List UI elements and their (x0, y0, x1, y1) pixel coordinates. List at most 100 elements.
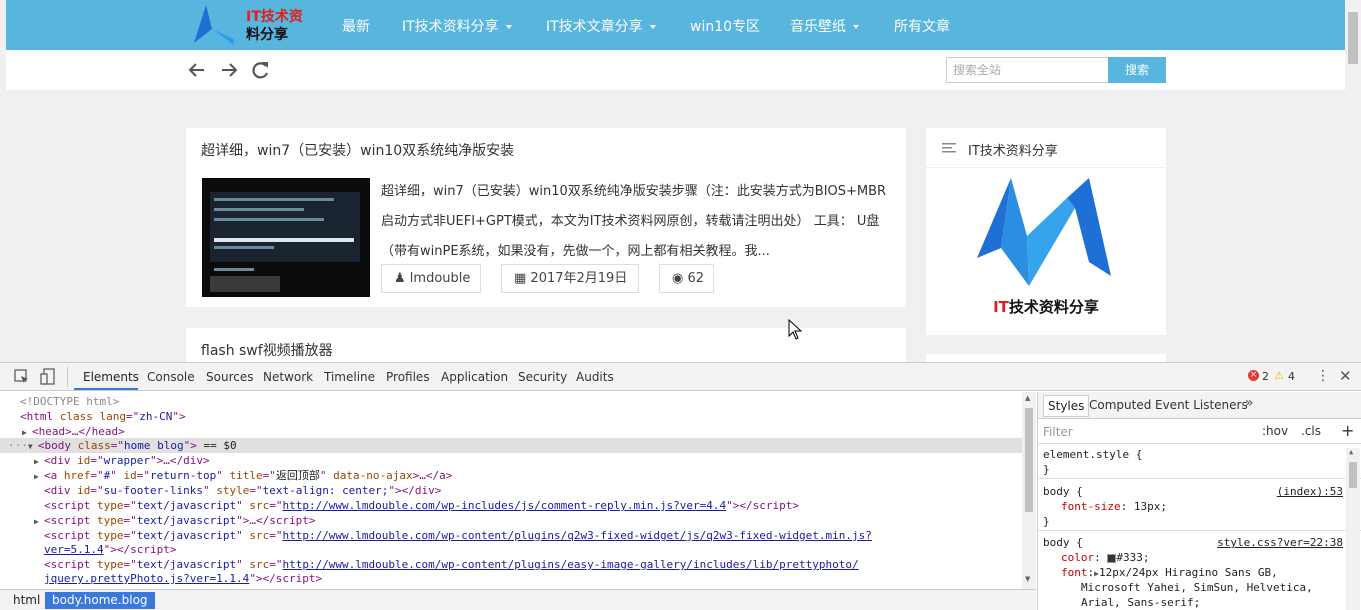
scrollbar-thumb[interactable] (1025, 408, 1033, 512)
dom-wrapper-node[interactable]: ▶ <div id="wrapper">…</div> (34, 453, 210, 468)
rule-selector[interactable]: body { (1043, 484, 1083, 499)
rule-source-link[interactable]: style.css?ver=22:38 (1217, 535, 1343, 550)
collapse-triangle-icon[interactable]: ▼ (28, 439, 38, 454)
tab-network[interactable]: Network (263, 370, 313, 384)
attr-value: text/javascript (136, 499, 237, 512)
nav-item-music-wallpaper[interactable]: 音乐壁纸 (790, 16, 859, 36)
script-url[interactable]: http://www.lmdouble.com/wp-includes/js/c… (282, 499, 726, 512)
error-count[interactable]: 2 (1262, 370, 1269, 383)
dom-html-node[interactable]: <html class lang="zh-CN"> (20, 409, 186, 424)
close-devtools-icon[interactable]: ✕ (1339, 367, 1352, 385)
crumb-body[interactable]: body.home.blog (45, 592, 155, 609)
tab-computed[interactable]: Computed (1089, 398, 1151, 412)
script-url[interactable]: http://www.lmdouble.com/wp-content/plugi… (282, 558, 858, 571)
back-arrow-icon[interactable] (186, 60, 208, 80)
error-icon[interactable]: × (1248, 370, 1259, 381)
hover-state-toggle[interactable]: :hov (1262, 424, 1288, 438)
script-url[interactable]: http://www.lmdouble.com/wp-content/plugi… (282, 529, 871, 542)
attr-name: data-no-ajax (333, 469, 413, 482)
tab-event-listeners[interactable]: Event Listeners (1155, 398, 1248, 412)
scroll-up-icon[interactable]: ▲ (1349, 448, 1353, 456)
style-declaration[interactable]: font:▶12px/24px Hiragino Sans GB, (1061, 565, 1278, 581)
warning-icon[interactable]: ⚠ (1274, 369, 1284, 382)
expand-triangle-icon[interactable]: ▶ (34, 469, 44, 484)
site-logo[interactable] (190, 3, 250, 47)
scroll-up-icon[interactable]: ▲ (1025, 394, 1030, 402)
attr-name: lang (99, 410, 127, 423)
scrollbar-thumb[interactable] (1349, 462, 1357, 488)
dom-body-node[interactable]: ···▼ <body class="home blog"> == $0 (8, 438, 237, 453)
post-card: 超详细，win7（已安装）win10双系统纯净版安装 超详细，win7（已安装）… (186, 128, 906, 307)
tab-audits[interactable]: Audits (576, 370, 614, 384)
expand-triangle-icon[interactable]: ▶ (34, 454, 44, 469)
dom-script-node[interactable]: <script type="text/javascript" src="http… (44, 528, 872, 543)
page-scrollbar[interactable] (1345, 0, 1361, 362)
tab-elements[interactable]: Elements (83, 370, 139, 384)
widget-logo-image[interactable] (971, 176, 1119, 296)
search-button[interactable]: 搜索 (1108, 57, 1166, 83)
attr-value: text/javascript (136, 529, 237, 542)
post-title[interactable]: 超详细，win7（已安装）win10双系统纯净版安装 (201, 140, 514, 160)
script-url[interactable]: ver=5.1.4 (44, 543, 104, 556)
crumb-html[interactable]: html (8, 592, 45, 609)
post-date: 2017年2月19日 (530, 271, 628, 286)
dom-footer-links-node[interactable]: <div id="su-footer-links" style="text-al… (44, 483, 441, 498)
expand-triangle-icon[interactable]: ▶ (34, 514, 44, 529)
post-title[interactable]: flash swf视频播放器 (201, 340, 333, 360)
rule-element-style[interactable]: element.style { (1043, 447, 1142, 462)
nav-item-all-articles[interactable]: 所有文章 (894, 16, 950, 36)
style-declaration[interactable]: font-size: 13px; (1061, 499, 1167, 514)
script-url[interactable]: jquery.prettyPhoto.js?ver=1.1.4 (44, 572, 249, 585)
tab-sources[interactable]: Sources (206, 370, 253, 384)
inspect-element-icon[interactable] (14, 369, 30, 385)
filter-input[interactable]: Filter (1043, 425, 1073, 439)
search-input[interactable]: 搜索全站 (946, 57, 1109, 83)
tab-timeline[interactable]: Timeline (324, 370, 375, 384)
styles-scrollbar[interactable]: ▲ (1346, 448, 1360, 610)
forward-arrow-icon[interactable] (218, 60, 240, 80)
tab-console[interactable]: Console (147, 370, 195, 384)
class-toggle[interactable]: .cls (1301, 424, 1321, 438)
dom-script-node-cont[interactable]: jquery.prettyPhoto.js?ver=1.1.4"></scrip… (44, 571, 322, 586)
elements-scrollbar[interactable]: ▲ ▼ (1022, 392, 1036, 589)
rule-selector[interactable]: body { (1043, 535, 1083, 550)
style-declaration[interactable]: color: #333; (1061, 550, 1150, 565)
attr-value: wrapper (103, 454, 150, 467)
dom-script-node[interactable]: <script type="text/javascript" src="http… (44, 498, 799, 513)
nav-item-win10[interactable]: win10专区 (690, 16, 760, 36)
nav-item-it-resources[interactable]: IT技术资料分享 (402, 16, 512, 36)
dom-doctype[interactable]: <!DOCTYPE html> (20, 394, 119, 409)
tab-security[interactable]: Security (518, 370, 567, 384)
device-mode-icon[interactable] (40, 368, 56, 386)
view-count: 62 (687, 271, 705, 286)
dom-script-node[interactable]: ▶ <script type="text/javascript">…</scrip… (34, 513, 316, 528)
elements-tree[interactable]: <!DOCTYPE html> <html class lang="zh-CN"… (0, 392, 1022, 589)
tab-styles[interactable]: Styles (1043, 395, 1090, 417)
author-badge[interactable]: ♟ lmdouble (381, 264, 481, 293)
dom-head-node[interactable]: ▶ <head>…</head> (22, 424, 125, 439)
dom-return-top-node[interactable]: ▶ <a href="#" id="return-top" title="返回顶部… (34, 468, 452, 483)
post-thumbnail[interactable] (202, 178, 370, 297)
more-options-icon[interactable]: ⋮ (1316, 368, 1330, 384)
scrollbar-thumb[interactable] (1348, 12, 1358, 64)
tab-profiles[interactable]: Profiles (386, 370, 430, 384)
rule-source-link[interactable]: (index):53 (1277, 484, 1343, 499)
sidebar-widget-2 (926, 354, 1166, 362)
tab-application[interactable]: Application (441, 370, 508, 384)
add-rule-icon[interactable]: + (1341, 421, 1354, 440)
refresh-icon[interactable] (250, 60, 272, 80)
active-tab-indicator (74, 388, 138, 390)
nav-label: IT技术资料分享 (402, 19, 499, 35)
logo-text[interactable]: IT技术资 料分享 (246, 8, 310, 44)
dom-script-node[interactable]: <script type="text/javascript" src="http… (44, 557, 859, 572)
nav-label: 最新 (342, 19, 370, 35)
attr-value: su-footer-links (103, 484, 203, 497)
more-tabs-icon[interactable]: » (1245, 395, 1254, 411)
warning-count[interactable]: 4 (1288, 370, 1295, 383)
nav-item-it-articles[interactable]: IT技术文章分享 (546, 16, 656, 36)
nav-item-latest[interactable]: 最新 (342, 16, 370, 36)
scroll-down-icon[interactable]: ▼ (1025, 575, 1030, 583)
dom-script-node-cont[interactable]: ver=5.1.4"></script> (44, 542, 176, 557)
user-icon: ♟ (394, 271, 410, 286)
mouse-cursor-icon (788, 319, 802, 340)
